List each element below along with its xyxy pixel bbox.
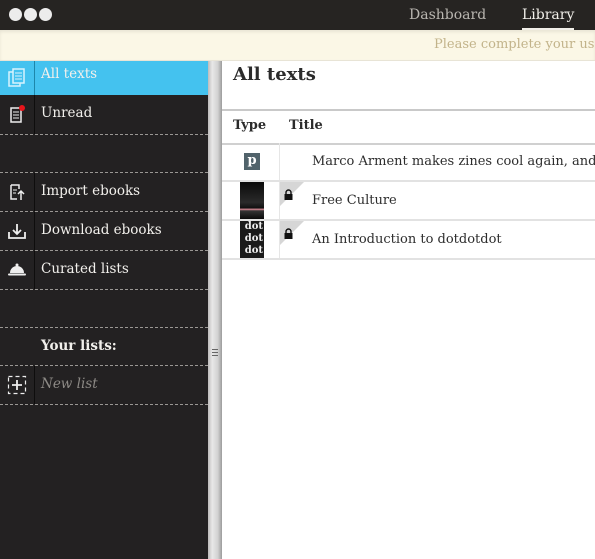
table-row[interactable]: Free Culture (222, 182, 595, 221)
book-cover-thumbnail (240, 182, 264, 219)
page-title: All texts (233, 64, 316, 85)
import-icon (0, 173, 35, 211)
type-cell (222, 182, 280, 219)
row-title: An Introduction to dotdotdot (312, 232, 502, 247)
nav-dashboard[interactable]: Dashboard (409, 0, 486, 30)
sidebar-item-label: Import ebooks (41, 183, 141, 199)
table-header: Type Title (222, 109, 595, 145)
table-row[interactable]: p Marco Arment makes zines cool again, a… (222, 143, 595, 182)
profile-notice[interactable]: Please complete your user (0, 30, 595, 61)
sidebar-spacer (0, 290, 208, 328)
pocket-icon: p (244, 153, 260, 170)
table-row[interactable]: dot dot dot An Introduction to dotdotdot (222, 221, 595, 260)
column-header-type[interactable]: Type (233, 118, 266, 133)
lock-icon (284, 185, 293, 204)
row-title: Free Culture (312, 193, 397, 208)
your-lists-heading: Your lists: (41, 338, 117, 354)
splitter-grip-icon (212, 349, 218, 358)
sidebar: All texts Unread Import ebooks Download … (0, 61, 208, 559)
download-icon (0, 212, 35, 250)
sidebar-item-download-ebooks[interactable]: Download ebooks (0, 212, 208, 251)
notice-text: Please complete your user (434, 37, 595, 52)
window-maximize-button[interactable] (39, 8, 52, 21)
add-list-icon (0, 366, 35, 404)
book-cover-thumbnail: dot dot dot (240, 221, 264, 258)
documents-icon (0, 61, 35, 95)
your-lists-heading-row: Your lists: (0, 328, 208, 366)
cover-text: dot dot dot (244, 221, 263, 256)
new-list-item[interactable]: New list (0, 366, 208, 405)
sidebar-item-unread[interactable]: Unread (0, 95, 208, 135)
sidebar-item-curated-lists[interactable]: Curated lists (0, 251, 208, 290)
sidebar-item-label: All texts (41, 66, 98, 82)
sidebar-item-label: Unread (41, 105, 93, 121)
sidebar-item-label: Download ebooks (41, 222, 162, 238)
sidebar-item-all-texts[interactable]: All texts (0, 61, 208, 95)
lock-icon (284, 224, 293, 243)
cloche-icon (0, 251, 35, 289)
nav-library[interactable]: Library (522, 0, 575, 30)
type-cell: p (222, 143, 280, 180)
window-controls (9, 8, 52, 21)
sidebar-item-import-ebooks[interactable]: Import ebooks (0, 173, 208, 212)
row-title: Marco Arment makes zines cool again, and… (312, 154, 595, 169)
top-bar: Dashboard Library (0, 0, 595, 30)
window-close-button[interactable] (9, 8, 22, 21)
main-content: All texts Type Title p Marco Arment make… (222, 61, 595, 559)
new-list-label: New list (41, 376, 98, 392)
column-header-title[interactable]: Title (289, 118, 323, 133)
sidebar-item-label: Curated lists (41, 261, 129, 277)
window-minimize-button[interactable] (24, 8, 37, 21)
sidebar-spacer (0, 135, 208, 173)
type-cell: dot dot dot (222, 221, 280, 258)
pane-splitter[interactable] (208, 61, 222, 559)
unread-document-icon (0, 95, 35, 134)
